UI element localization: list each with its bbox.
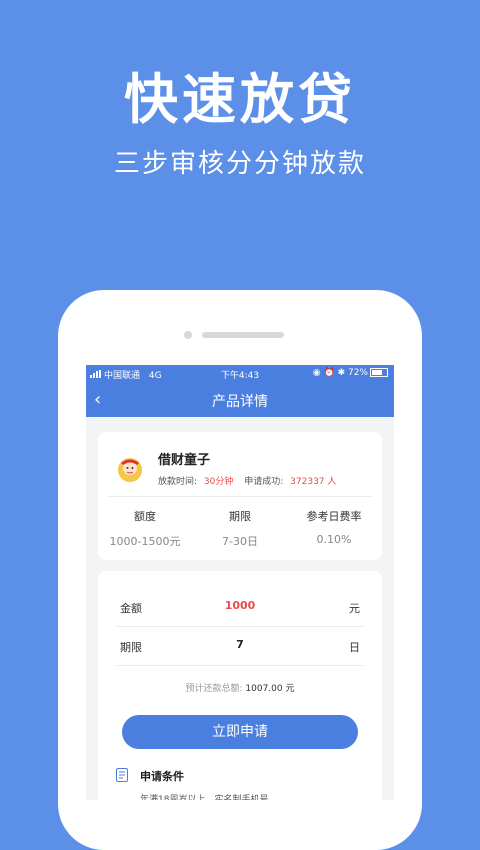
product-meta: 放款时间: 30分钟 申请成功: 372337 人 [158, 474, 336, 487]
product-name: 借财童子 [158, 453, 211, 468]
hero-subtitle: 三步审核分分钟放款 [113, 149, 366, 179]
phone-speaker [202, 332, 284, 338]
loan-time-label: 放款时间: [158, 477, 198, 487]
alarm-icon: ⏰ [323, 368, 335, 378]
term-unit: 日 [349, 641, 360, 654]
total-label: 预计还款总额: [185, 684, 243, 694]
stat-value: 7-30日 [222, 535, 258, 548]
total-repayment: 预计还款总额: 1007.00 元 [98, 681, 382, 694]
stat-amount: 额度 1000-1500元 [98, 508, 192, 549]
stat-label: 额度 [134, 510, 156, 523]
lock-rotation-icon: ◉ [312, 368, 321, 378]
form-divider [116, 665, 364, 666]
status-bar: 中国联通 4G 下午4:43 ◉ ⏰ ✱ 72% [86, 365, 394, 383]
conditions-text: 年满18周岁以上、实名制手机号 [140, 795, 269, 800]
stat-term: 期限 7-30日 [193, 508, 287, 549]
conditions-title: 申请条件 [140, 770, 184, 783]
term-value[interactable]: 7 [98, 638, 382, 651]
hero-title: 快速放贷 [124, 68, 356, 131]
card-divider [108, 496, 372, 497]
document-icon [116, 768, 128, 782]
loan-time-value: 30分钟 [203, 477, 234, 487]
stat-value: 1000-1500元 [109, 535, 181, 548]
apply-button[interactable]: 立即申请 [122, 715, 358, 749]
nav-bar: ‹ 产品详情 [86, 383, 394, 417]
amount-unit: 元 [349, 602, 360, 615]
success-value: 372337 人 [290, 477, 337, 487]
total-value: 1007.00 元 [245, 684, 295, 694]
loan-form-card: 金额 1000 元 期限 7 日 预计还款总额: 1007.00 元 立即申请 … [98, 571, 382, 800]
phone-camera [184, 331, 192, 339]
battery-percent: 72% [347, 368, 368, 378]
product-logo-icon [118, 458, 142, 482]
form-divider [116, 626, 364, 627]
bluetooth-icon: ✱ [337, 368, 346, 378]
stat-value: 0.10% [316, 533, 352, 546]
product-card: 借财童子 放款时间: 30分钟 申请成功: 372337 人 额度 1000-1… [98, 432, 382, 560]
stat-rate: 参考日费率 0.10% [287, 508, 381, 546]
amount-value[interactable]: 1000 [98, 599, 382, 612]
success-label: 申请成功: [244, 477, 284, 487]
phone-screen: 中国联通 4G 下午4:43 ◉ ⏰ ✱ 72% ‹ 产品详情 借财童子 放款时… [86, 365, 394, 800]
battery-icon [370, 368, 388, 377]
stat-label: 参考日费率 [306, 510, 362, 523]
nav-title: 产品详情 [212, 394, 268, 410]
stat-label: 期限 [229, 510, 251, 523]
status-right: ◉ ⏰ ✱ 72% [313, 368, 388, 378]
